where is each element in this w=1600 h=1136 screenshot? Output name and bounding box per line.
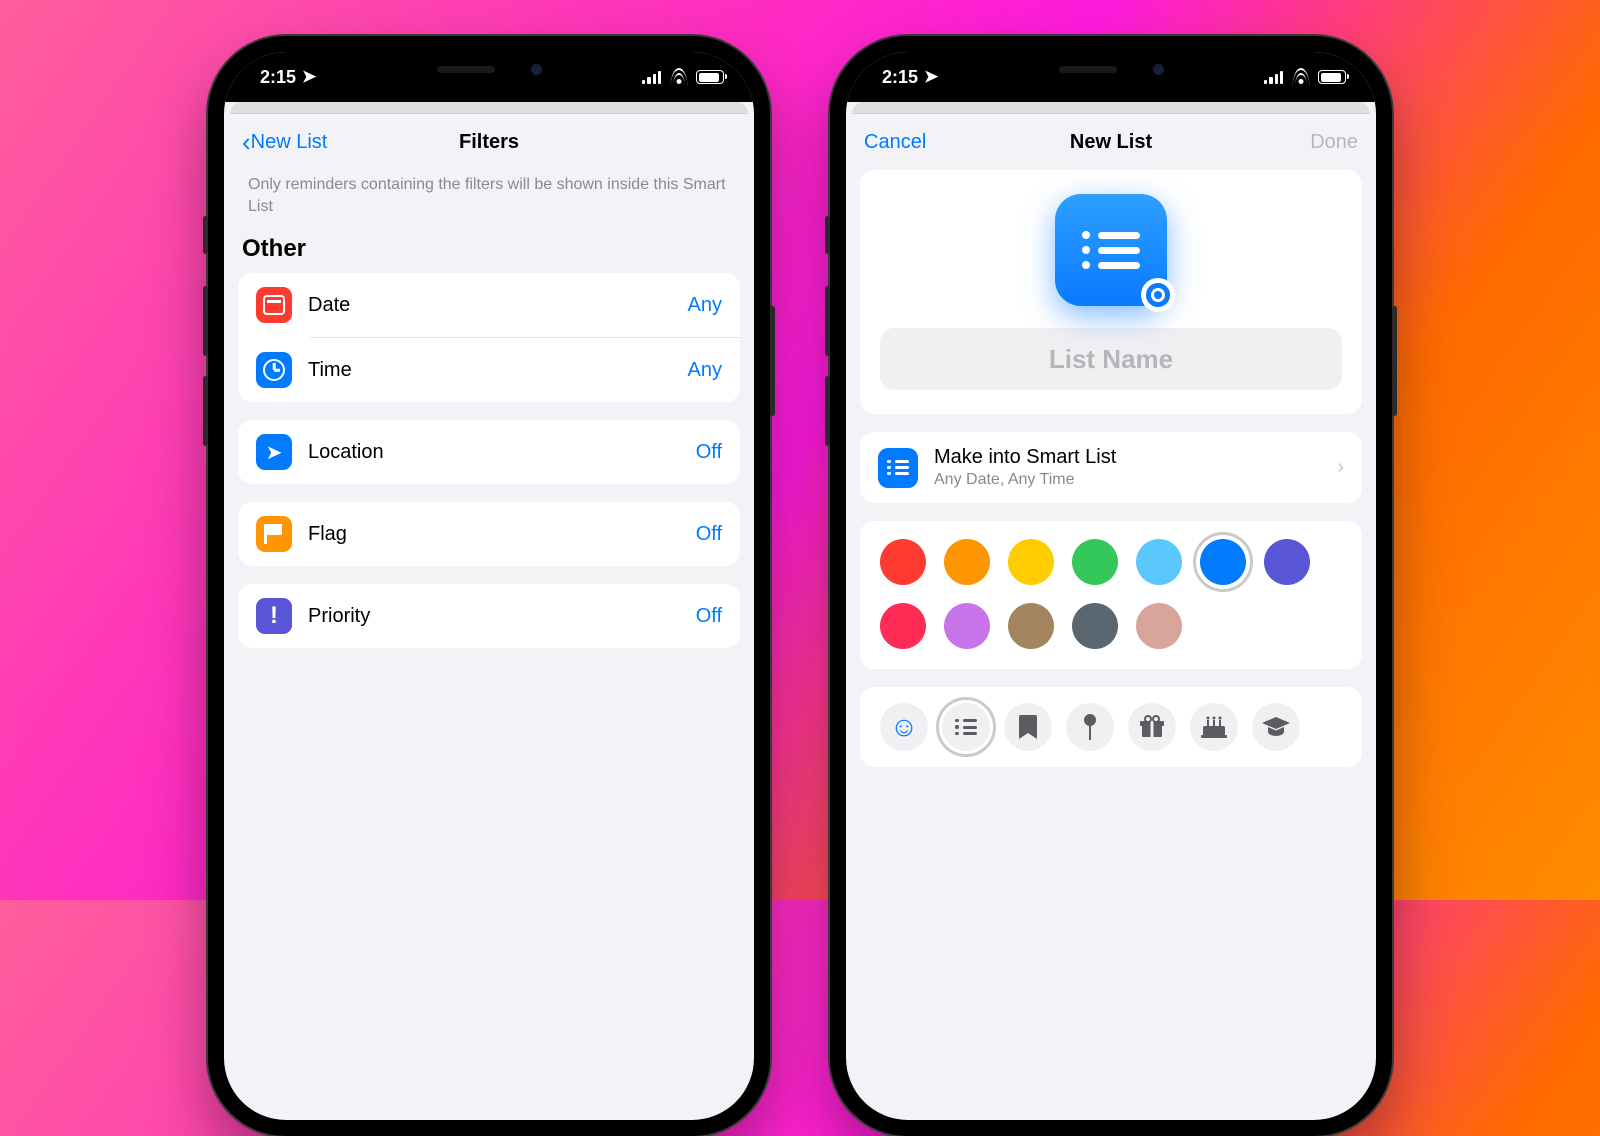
smart-list-gear-badge xyxy=(1141,278,1175,312)
smart-list-title: Make into Smart List xyxy=(934,446,1317,469)
notch xyxy=(378,52,600,86)
notch xyxy=(1000,52,1222,86)
color-swatch[interactable] xyxy=(944,603,990,649)
color-swatch[interactable] xyxy=(880,539,926,585)
color-swatch[interactable] xyxy=(1072,603,1118,649)
wifi-icon xyxy=(669,70,688,84)
filter-row-date[interactable]: Date Any xyxy=(238,273,740,337)
color-swatch[interactable] xyxy=(1008,603,1054,649)
phone-frame-left: 2:15 ➤ ‹ New List Filters Only reminders… xyxy=(208,36,770,1136)
page-title: Filters xyxy=(459,131,519,154)
icon-option-smiley[interactable]: ☺ xyxy=(880,703,928,751)
filter-row-location[interactable]: ➤ Location Off xyxy=(238,420,740,484)
make-smart-list-row[interactable]: Make into Smart List Any Date, Any Time … xyxy=(860,432,1362,503)
filter-row-flag[interactable]: Flag Off xyxy=(238,502,740,566)
status-time: 2:15 xyxy=(882,67,918,88)
list-header-card: List Name xyxy=(860,170,1362,414)
cancel-button[interactable]: Cancel xyxy=(864,131,926,154)
exclamation-icon: ! xyxy=(256,598,292,634)
page-title: New List xyxy=(1070,131,1152,154)
chevron-right-icon: › xyxy=(1337,456,1344,479)
phone-frame-right: 2:15 ➤ Cancel New List Done xyxy=(830,36,1392,1136)
status-time: 2:15 xyxy=(260,67,296,88)
location-services-icon: ➤ xyxy=(302,67,316,87)
icon-option-cake[interactable] xyxy=(1190,703,1238,751)
icon-picker: ☺ xyxy=(860,687,1362,767)
icon-option-graduation[interactable] xyxy=(1252,703,1300,751)
smart-list-subtitle: Any Date, Any Time xyxy=(934,471,1317,489)
filter-row-priority[interactable]: ! Priority Off xyxy=(238,584,740,648)
nav-bar: ‹ New List Filters xyxy=(224,114,754,170)
cellular-signal-icon xyxy=(642,71,661,84)
icon-option-gift[interactable] xyxy=(1128,703,1176,751)
icon-option-list[interactable] xyxy=(942,703,990,751)
list-icon-preview xyxy=(1055,194,1167,306)
color-swatch[interactable] xyxy=(1072,539,1118,585)
color-swatch[interactable] xyxy=(1136,539,1182,585)
section-header-other: Other xyxy=(238,235,740,273)
color-swatch[interactable] xyxy=(944,539,990,585)
calendar-icon xyxy=(256,287,292,323)
color-swatch[interactable] xyxy=(1264,539,1310,585)
location-services-icon: ➤ xyxy=(924,67,938,87)
color-swatch[interactable] xyxy=(880,603,926,649)
battery-icon xyxy=(696,70,724,84)
icon-option-pin[interactable] xyxy=(1066,703,1114,751)
chevron-left-icon: ‹ xyxy=(242,129,251,155)
cellular-signal-icon xyxy=(1264,71,1283,84)
filter-row-time[interactable]: Time Any xyxy=(238,338,740,402)
flag-icon xyxy=(256,516,292,552)
helper-text: Only reminders containing the filters wi… xyxy=(238,170,740,235)
battery-icon xyxy=(1318,70,1346,84)
color-swatch[interactable] xyxy=(1008,539,1054,585)
location-arrow-icon: ➤ xyxy=(256,434,292,470)
nav-bar: Cancel New List Done xyxy=(846,114,1376,170)
smart-list-icon xyxy=(878,448,918,488)
clock-icon xyxy=(256,352,292,388)
list-name-input[interactable]: List Name xyxy=(880,328,1342,390)
color-swatch[interactable] xyxy=(1200,539,1246,585)
color-picker xyxy=(860,521,1362,669)
icon-option-bookmark[interactable] xyxy=(1004,703,1052,751)
color-swatch[interactable] xyxy=(1136,603,1182,649)
done-button[interactable]: Done xyxy=(1310,131,1358,154)
wifi-icon xyxy=(1291,70,1310,84)
back-button[interactable]: ‹ New List xyxy=(242,129,327,155)
